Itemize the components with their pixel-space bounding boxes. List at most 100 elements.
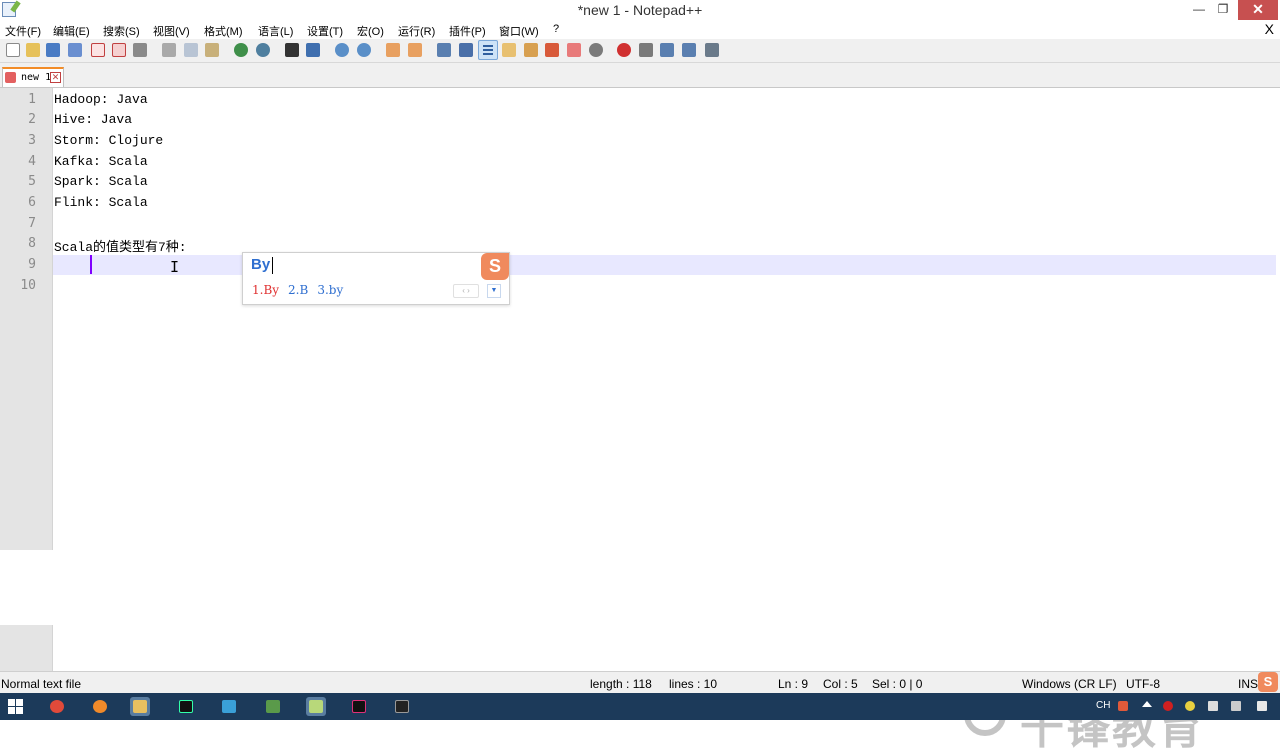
volume-icon[interactable] xyxy=(1231,701,1241,711)
tab-close-icon[interactable]: ✕ xyxy=(50,72,61,83)
pycharm-icon[interactable] xyxy=(176,697,196,716)
close-button[interactable]: ✕ xyxy=(1238,0,1278,20)
status-mode: INS xyxy=(1238,677,1259,691)
menu-view[interactable]: 视图(V) xyxy=(153,23,190,39)
battery-icon[interactable] xyxy=(1257,701,1267,711)
save-macro-icon[interactable] xyxy=(705,43,719,57)
menu-edit[interactable]: 编辑(E) xyxy=(53,23,90,39)
ime-candidate[interactable]: 2.B xyxy=(288,283,308,297)
user-language-icon[interactable] xyxy=(502,43,516,57)
unsaved-icon xyxy=(5,72,16,83)
line-number: 7 xyxy=(28,216,36,231)
menu-run[interactable]: 运行(R) xyxy=(398,23,435,39)
tray-ime-icon[interactable] xyxy=(1118,701,1128,711)
ime-candidate[interactable]: 3.by xyxy=(317,283,343,297)
menu-language[interactable]: 语言(L) xyxy=(258,23,293,39)
save-all-icon[interactable] xyxy=(68,43,82,57)
chrome-icon[interactable] xyxy=(47,697,67,716)
copy-icon[interactable] xyxy=(184,43,198,57)
app-icon[interactable] xyxy=(219,697,239,716)
folder-workspace-icon[interactable] xyxy=(567,43,581,57)
monitoring-icon[interactable] xyxy=(589,43,603,57)
menu-format[interactable]: 格式(M) xyxy=(204,23,243,39)
code-line: Spark: Scala xyxy=(54,174,148,189)
find-icon[interactable] xyxy=(285,43,299,57)
tab-new-1[interactable]: new 1 ✕ xyxy=(2,67,64,87)
line-number-gutter-lower xyxy=(0,625,53,671)
status-file-type: Normal text file xyxy=(1,677,82,691)
document-map-icon[interactable] xyxy=(524,43,538,57)
sogou-status-icon[interactable]: S xyxy=(1258,672,1278,692)
sogou-logo-icon[interactable]: S xyxy=(481,253,509,280)
status-length: length : 118 xyxy=(590,677,652,691)
code-line: Flink: Scala xyxy=(54,195,148,210)
show-all-chars-icon[interactable] xyxy=(459,43,473,57)
word-wrap-icon[interactable] xyxy=(437,43,451,57)
start-button-icon[interactable] xyxy=(8,699,23,714)
menu-macro[interactable]: 宏(O) xyxy=(357,23,384,39)
code-line: Hadoop: Java xyxy=(54,92,148,107)
menu-plugins[interactable]: 插件(P) xyxy=(449,23,486,39)
taskbar: CH xyxy=(0,693,1280,720)
save-icon[interactable] xyxy=(46,43,60,57)
notepadpp-icon[interactable] xyxy=(306,697,326,716)
code-line: Storm: Clojure xyxy=(54,133,164,148)
undo-icon[interactable] xyxy=(234,43,248,57)
file-explorer-icon[interactable] xyxy=(130,697,150,716)
intellij-icon[interactable] xyxy=(349,697,369,716)
ime-expand-icon[interactable]: ▼ xyxy=(487,284,501,298)
status-eol: Windows (CR LF) xyxy=(1022,677,1117,691)
ime-pager-icon[interactable]: ‹ › xyxy=(453,284,479,298)
indent-guide-icon[interactable] xyxy=(478,40,498,60)
menu-settings[interactable]: 设置(T) xyxy=(307,23,343,39)
line-number: 9 xyxy=(28,257,36,272)
sync-horizontal-icon[interactable] xyxy=(408,43,422,57)
ime-candidate-window: By S 1.By 2.B 3.by ‹ › ▼ xyxy=(242,252,510,305)
close-all-icon[interactable] xyxy=(112,43,126,57)
line-number: 1 xyxy=(28,92,36,107)
status-encoding: UTF-8 xyxy=(1126,677,1160,691)
line-number: 3 xyxy=(28,133,36,148)
close-file-icon[interactable] xyxy=(91,43,105,57)
function-list-icon[interactable] xyxy=(545,43,559,57)
menu-help[interactable]: ? xyxy=(553,23,559,35)
tab-bar: new 1 ✕ xyxy=(0,63,1280,88)
firefox-icon[interactable] xyxy=(90,697,110,716)
status-col: Col : 5 xyxy=(823,677,858,691)
restore-button[interactable]: ❐ xyxy=(1210,0,1236,20)
run-macro-multiple-icon[interactable] xyxy=(682,43,696,57)
line-number: 10 xyxy=(20,278,36,293)
tray-overflow-icon[interactable] xyxy=(1142,701,1152,707)
menu-window[interactable]: 窗口(W) xyxy=(499,23,539,39)
menu-bar: 文件(F) 编辑(E) 搜索(S) 视图(V) 格式(M) 语言(L) 设置(T… xyxy=(0,20,1280,39)
line-number: 2 xyxy=(28,112,36,127)
new-file-icon[interactable] xyxy=(6,43,20,57)
document-close-button[interactable]: X xyxy=(1265,21,1274,37)
paste-icon[interactable] xyxy=(205,43,219,57)
stop-macro-icon[interactable] xyxy=(639,43,653,57)
menu-file[interactable]: 文件(F) xyxy=(5,23,41,39)
network-icon[interactable] xyxy=(1208,701,1218,711)
redo-icon[interactable] xyxy=(256,43,270,57)
tray-app-icon[interactable] xyxy=(1185,701,1195,711)
open-file-icon[interactable] xyxy=(26,43,40,57)
tray-language[interactable]: CH xyxy=(1096,700,1110,711)
play-macro-icon[interactable] xyxy=(660,43,674,57)
calculator-icon[interactable] xyxy=(263,697,283,716)
line-number: 8 xyxy=(28,236,36,251)
print-icon[interactable] xyxy=(133,43,147,57)
record-macro-icon[interactable] xyxy=(617,43,631,57)
editor[interactable]: 1 2 3 4 5 6 7 8 9 10 Hadoop: Java Hive: … xyxy=(0,88,1280,754)
zoom-out-icon[interactable] xyxy=(357,43,371,57)
tray-antivirus-icon[interactable] xyxy=(1163,701,1173,711)
menu-search[interactable]: 搜索(S) xyxy=(103,23,140,39)
zoom-in-icon[interactable] xyxy=(335,43,349,57)
ime-composition: By xyxy=(251,256,271,273)
minimize-button[interactable]: — xyxy=(1186,0,1212,20)
cut-icon[interactable] xyxy=(162,43,176,57)
terminal-icon[interactable] xyxy=(392,697,412,716)
sync-vertical-icon[interactable] xyxy=(386,43,400,57)
status-ln: Ln : 9 xyxy=(778,677,809,691)
replace-icon[interactable] xyxy=(306,43,320,57)
ime-candidate[interactable]: 1.By xyxy=(252,283,279,297)
